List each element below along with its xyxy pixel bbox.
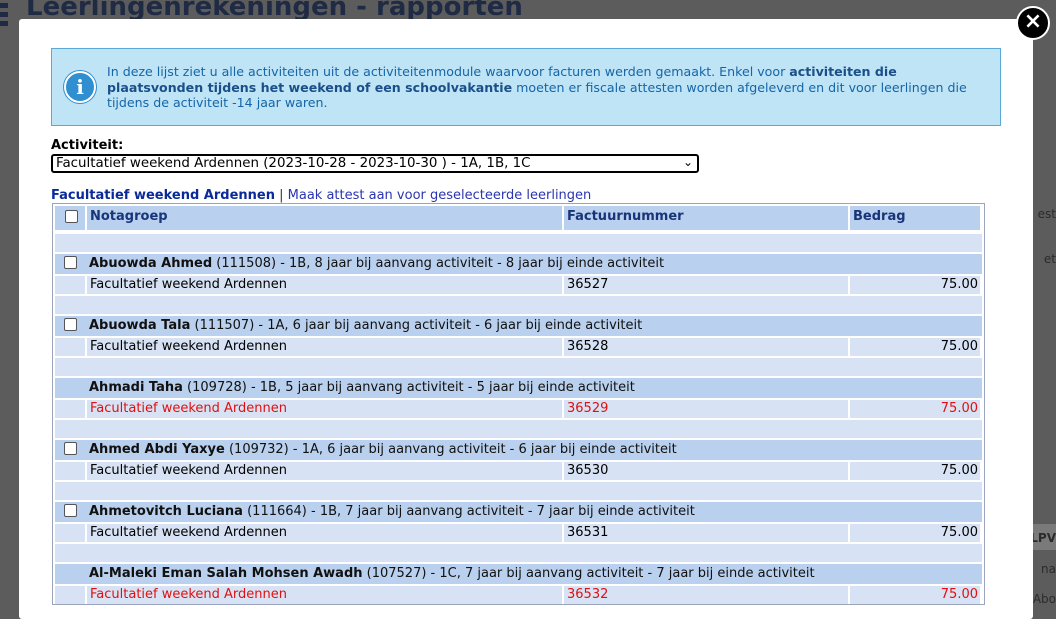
column-header-factuurnummer[interactable]: Factuurnummer <box>564 206 848 230</box>
menu-icon[interactable] <box>0 0 10 40</box>
student-name[interactable]: Ahmed Abdi Yaxye <box>89 442 225 457</box>
invoice-description: Facultatief weekend Ardennen <box>87 586 562 604</box>
student-checkbox[interactable] <box>64 442 77 455</box>
background-snippet: est <box>1037 207 1056 221</box>
invoice-number[interactable]: 36530 <box>564 462 848 480</box>
activity-select[interactable]: Facultatief weekend Ardennen (2023-10-28… <box>51 154 699 173</box>
invoice-amount: 75.00 <box>850 524 980 542</box>
select-all-checkbox[interactable] <box>65 210 78 223</box>
invoice-amount: 75.00 <box>850 276 980 294</box>
spacer-row <box>53 356 984 376</box>
student-details: (109732) - 1A, 6 jaar bij aanvang activi… <box>224 442 677 457</box>
invoice-amount: 75.00 <box>850 462 980 480</box>
student-name[interactable]: Abuowda Ahmed <box>89 256 212 271</box>
link-separator: | <box>279 188 284 203</box>
activity-label: Activiteit: <box>51 138 124 153</box>
table-header: Notagroep Factuurnummer Bedrag <box>53 204 984 232</box>
action-links: Facultatief weekend Ardennen | Maak atte… <box>51 188 591 203</box>
background-snippet: na <box>1041 562 1056 576</box>
student-name[interactable]: Ahmetovitch Luciana <box>89 504 243 519</box>
invoice-description: Facultatief weekend Ardennen <box>87 338 562 356</box>
close-button[interactable]: × <box>1016 6 1050 40</box>
column-header-bedrag[interactable]: Bedrag <box>850 206 980 230</box>
invoice-amount: 75.00 <box>850 338 980 356</box>
activity-selected-value: Facultatief weekend Ardennen (2023-10-28… <box>56 156 531 171</box>
spacer-row <box>53 294 984 314</box>
invoice-row: Facultatief weekend Ardennen 36530 75.00 <box>53 460 984 480</box>
invoice-spacer-cell <box>55 276 85 294</box>
invoice-amount: 75.00 <box>850 400 980 418</box>
student-details: (111507) - 1A, 6 jaar bij aanvang activi… <box>190 318 643 333</box>
spacer-row <box>53 542 984 562</box>
attest-modal: i In deze lijst ziet u alle activiteiten… <box>19 19 1033 619</box>
student-name[interactable]: Al-Maleki Eman Salah Mohsen Awadh <box>89 566 363 581</box>
invoice-row: Facultatief weekend Ardennen 36531 75.00 <box>53 522 984 542</box>
invoice-row: Facultatief weekend Ardennen 36529 75.00 <box>53 398 984 418</box>
student-details: (111664) - 1B, 7 jaar bij aanvang activi… <box>242 504 695 519</box>
spacer-row <box>53 480 984 500</box>
background-snippet: Abo <box>1032 592 1056 606</box>
invoice-row: Facultatief weekend Ardennen 36532 75.00 <box>53 584 984 604</box>
invoice-description: Facultatief weekend Ardennen <box>87 400 562 418</box>
chevron-down-icon: ⌄ <box>682 155 693 169</box>
invoice-spacer-cell <box>55 524 85 542</box>
invoice-spacer-cell <box>55 400 85 418</box>
student-details: (109728) - 1B, 5 jaar bij aanvang activi… <box>182 380 635 395</box>
student-row: Abuowda Ahmed (111508) - 1B, 8 jaar bij … <box>53 252 984 274</box>
invoice-description: Facultatief weekend Ardennen <box>87 524 562 542</box>
student-info: Abuowda Tala (111507) - 1A, 6 jaar bij a… <box>89 317 642 334</box>
invoice-row: Facultatief weekend Ardennen 36528 75.00 <box>53 336 984 356</box>
student-row: Abuowda Tala (111507) - 1A, 6 jaar bij a… <box>53 314 984 336</box>
student-row: Ahmetovitch Luciana (111664) - 1B, 7 jaa… <box>53 500 984 522</box>
invoice-number[interactable]: 36528 <box>564 338 848 356</box>
student-info: Abuowda Ahmed (111508) - 1B, 8 jaar bij … <box>89 255 664 272</box>
student-row: Ahmadi Taha (109728) - 1B, 5 jaar bij aa… <box>53 376 984 398</box>
student-details: (111508) - 1B, 8 jaar bij aanvang activi… <box>212 256 665 271</box>
student-info: Ahmetovitch Luciana (111664) - 1B, 7 jaa… <box>89 503 695 520</box>
spacer-row <box>53 418 984 438</box>
student-name[interactable]: Ahmadi Taha <box>89 380 183 395</box>
spacer-row <box>53 232 984 252</box>
header-checkbox-cell <box>55 206 85 230</box>
student-info: Ahmed Abdi Yaxye (109732) - 1A, 6 jaar b… <box>89 441 677 458</box>
info-text: In deze lijst ziet u alle activiteiten u… <box>107 64 967 110</box>
background-snippet: LPV <box>1030 531 1056 545</box>
student-checkbox[interactable] <box>64 318 77 331</box>
info-icon: i <box>64 71 96 103</box>
info-box: i In deze lijst ziet u alle activiteiten… <box>51 48 1001 126</box>
column-header-notagroep[interactable]: Notagroep <box>87 206 562 230</box>
student-info: Ahmadi Taha (109728) - 1B, 5 jaar bij aa… <box>89 379 635 396</box>
invoice-spacer-cell <box>55 338 85 356</box>
invoice-spacer-cell <box>55 462 85 480</box>
invoice-amount: 75.00 <box>850 586 980 604</box>
invoice-number[interactable]: 36529 <box>564 400 848 418</box>
student-row: Ahmed Abdi Yaxye (109732) - 1A, 6 jaar b… <box>53 438 984 460</box>
invoice-number[interactable]: 36531 <box>564 524 848 542</box>
background-snippet: et <box>1043 252 1056 266</box>
create-attest-link[interactable]: Maak attest aan voor geselecteerde leerl… <box>288 188 592 203</box>
student-row: Al-Maleki Eman Salah Mohsen Awadh (10752… <box>53 562 984 584</box>
invoice-row: Facultatief weekend Ardennen 36527 75.00 <box>53 274 984 294</box>
student-info: Al-Maleki Eman Salah Mohsen Awadh (10752… <box>89 565 815 582</box>
student-checkbox[interactable] <box>64 256 77 269</box>
current-activity-title: Facultatief weekend Ardennen <box>51 188 275 203</box>
invoice-number[interactable]: 36532 <box>564 586 848 604</box>
student-name[interactable]: Abuowda Tala <box>89 318 190 333</box>
invoice-number[interactable]: 36527 <box>564 276 848 294</box>
student-checkbox[interactable] <box>64 504 77 517</box>
invoice-spacer-cell <box>55 586 85 604</box>
student-details: (107527) - 1C, 7 jaar bij aanvang activi… <box>362 566 815 581</box>
invoice-description: Facultatief weekend Ardennen <box>87 276 562 294</box>
invoice-table: Notagroep Factuurnummer Bedrag Abuowda A… <box>52 203 985 605</box>
invoice-description: Facultatief weekend Ardennen <box>87 462 562 480</box>
